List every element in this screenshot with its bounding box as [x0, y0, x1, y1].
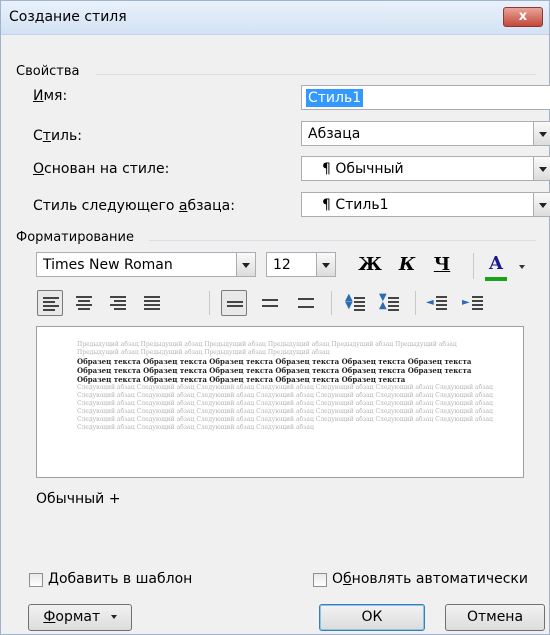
decrease-indent-button[interactable]: ◄ — [425, 290, 451, 316]
ok-button[interactable]: ОК — [319, 604, 425, 631]
cancel-button[interactable]: Отмена — [445, 604, 545, 631]
auto-update-label: Обновлять автоматически — [332, 571, 528, 587]
align-right-icon — [106, 291, 130, 315]
one-half-spacing-button[interactable] — [257, 290, 283, 316]
add-to-template-label: Добавить в шаблон — [48, 571, 193, 587]
add-to-template-checkbox[interactable] — [29, 573, 43, 587]
preview-previous-paragraph: Предыдущий абзац Предыдущий абзац Предыд… — [77, 341, 457, 356]
name-input-value: Стиль1 — [306, 89, 364, 107]
font-size-select[interactable]: 12 — [266, 252, 336, 277]
decrease-indent-icon: ◄ — [426, 291, 450, 315]
properties-group-label: Свойства — [16, 64, 80, 79]
create-style-dialog: Создание стиля x Свойства Имя: Стиль1 Ст… — [0, 0, 550, 635]
chevron-down-icon[interactable] — [236, 252, 256, 277]
increase-indent-button[interactable]: ► — [461, 290, 487, 316]
style-type-value: Абзаца — [308, 126, 361, 142]
next-style-label: Стиль следующего абзаца: — [33, 198, 235, 214]
formatting-group-label: Форматирование — [16, 230, 134, 245]
align-left-button[interactable] — [37, 290, 63, 316]
single-spacing-button[interactable] — [221, 290, 247, 316]
style-preview: Предыдущий абзац Предыдущий абзац Предыд… — [36, 326, 524, 478]
dialog-title: Создание стиля — [9, 9, 127, 25]
name-label: Имя: — [33, 88, 68, 104]
chevron-down-icon — [110, 615, 117, 619]
toolbar-divider — [473, 253, 474, 279]
increase-indent-icon: ► — [462, 291, 486, 315]
based-on-value: ¶ Обычный — [322, 161, 404, 177]
next-style-select[interactable]: ¶ Стиль1 — [301, 192, 550, 217]
align-justify-icon — [140, 291, 164, 315]
chevron-down-icon[interactable] — [316, 252, 336, 277]
chevron-down-icon[interactable] — [533, 192, 550, 217]
underline-button[interactable]: Ч — [429, 254, 455, 275]
font-name-select[interactable]: Times New Roman — [36, 252, 256, 277]
style-type-select[interactable]: Абзаца — [301, 121, 550, 146]
font-size-value: 12 — [273, 257, 291, 273]
single-spacing-icon — [223, 292, 247, 316]
align-justify-button[interactable] — [139, 290, 165, 316]
close-button[interactable]: x — [503, 7, 543, 27]
increase-paragraph-spacing-button[interactable]: ▲ ▼ — [343, 290, 369, 316]
name-input[interactable]: Стиль1 — [301, 85, 550, 110]
font-color-icon: A — [489, 253, 503, 274]
preview-next-paragraph: Следующий абзац Следующий абзац Следующи… — [77, 384, 493, 431]
toolbar-divider — [331, 291, 332, 315]
based-on-label: Основан на стиле: — [33, 161, 170, 177]
format-button[interactable]: Формат — [28, 604, 132, 631]
auto-update-checkbox[interactable] — [313, 573, 327, 587]
toolbar-divider — [415, 291, 416, 315]
align-right-button[interactable] — [105, 290, 131, 316]
style-description: Обычный + — [36, 491, 121, 507]
font-color-button[interactable]: A — [481, 252, 529, 282]
align-left-icon — [39, 292, 63, 316]
title-bar: Создание стиля x — [1, 1, 549, 35]
properties-group-line — [96, 74, 536, 75]
increase-spacing-icon: ▲ ▼ — [344, 291, 368, 315]
font-name-value: Times New Roman — [43, 257, 173, 273]
bold-button[interactable]: Ж — [357, 254, 383, 275]
decrease-spacing-icon: ▼ ▲ — [378, 291, 402, 315]
format-button-label: Формат — [43, 609, 101, 625]
style-type-label: Стиль: — [33, 128, 82, 144]
decrease-paragraph-spacing-button[interactable]: ▼ ▲ — [377, 290, 403, 316]
preview-sample-paragraph: Образец текста Образец текста Образец те… — [77, 357, 472, 384]
double-spacing-button[interactable] — [293, 290, 319, 316]
align-center-icon — [72, 291, 96, 315]
chevron-down-icon[interactable] — [533, 156, 550, 181]
italic-button[interactable]: К — [394, 254, 420, 275]
close-icon: x — [518, 9, 528, 24]
double-spacing-icon — [294, 291, 318, 315]
based-on-select[interactable]: ¶ Обычный — [301, 156, 550, 181]
font-color-swatch — [485, 277, 507, 281]
chevron-down-icon[interactable] — [519, 265, 525, 269]
one-half-spacing-icon — [258, 291, 282, 315]
toolbar-divider — [209, 291, 210, 315]
formatting-group-line — [149, 240, 536, 241]
preview-content: Предыдущий абзац Предыдущий абзац Предыд… — [77, 341, 497, 432]
chevron-down-icon[interactable] — [533, 121, 550, 146]
align-center-button[interactable] — [71, 290, 97, 316]
next-style-value: ¶ Стиль1 — [322, 197, 389, 213]
